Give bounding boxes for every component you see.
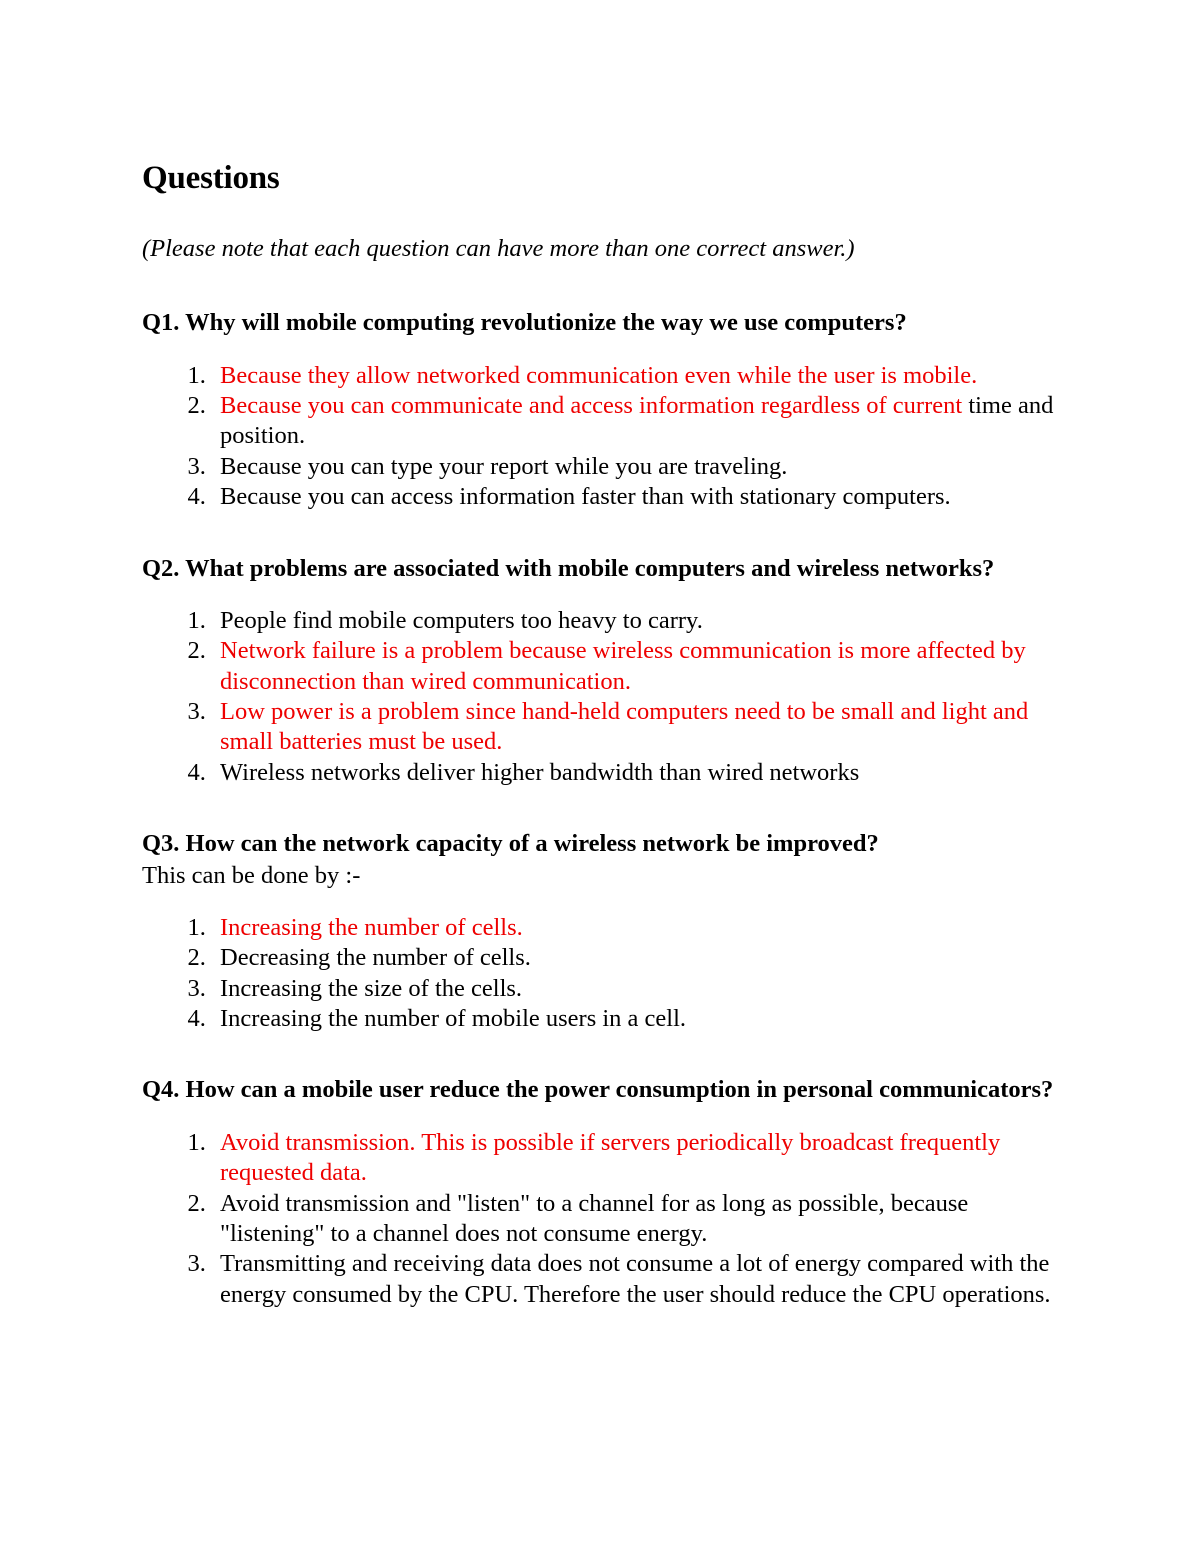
answer-option[interactable]: Wireless networks deliver higher bandwid… [212, 758, 1055, 788]
answer-text: Because you can access information faste… [220, 483, 951, 511]
answer-option[interactable]: Because you can communicate and access i… [212, 391, 1055, 452]
question-heading-q3: Q3. How can the network capacity of a wi… [142, 830, 879, 858]
answer-text-correct: Increasing the number of cells. [220, 913, 523, 941]
answer-option[interactable]: Increasing the number of cells. [212, 913, 1055, 943]
answer-option[interactable]: People find mobile computers too heavy t… [212, 606, 1055, 636]
answer-option[interactable]: Because you can access information faste… [212, 482, 1055, 512]
answer-text: Increasing the number of mobile users in… [220, 1005, 687, 1033]
answer-text: Decreasing the number of cells. [220, 944, 531, 972]
answer-text: People find mobile computers too heavy t… [220, 606, 703, 634]
question-block-q4: Q4. How can a mobile user reduce the pow… [142, 1074, 1055, 1310]
question-subline-q3: This can be done by :- [142, 861, 361, 889]
answer-option[interactable]: Decreasing the number of cells. [212, 943, 1055, 973]
answer-option[interactable]: Low power is a problem since hand-held c… [212, 697, 1055, 758]
answer-option[interactable]: Because they allow networked communicati… [212, 361, 1055, 391]
answer-option[interactable]: Because you can type your report while y… [212, 452, 1055, 482]
instruction-note: (Please note that each question can have… [142, 234, 855, 262]
answer-text: Increasing the size of the cells. [220, 974, 523, 1002]
answer-text: Avoid transmission and "listen" to a cha… [220, 1189, 969, 1247]
answer-list-q1: Because they allow networked communicati… [142, 361, 1055, 513]
answer-option[interactable]: Network failure is a problem because wir… [212, 636, 1055, 697]
answer-option[interactable]: Avoid transmission and "listen" to a cha… [212, 1189, 1055, 1250]
answer-text-correct: Because you can communicate and access i… [220, 392, 969, 420]
answer-option[interactable]: Avoid transmission. This is possible if … [212, 1128, 1055, 1189]
question-heading-q4: Q4. How can a mobile user reduce the pow… [142, 1076, 1054, 1104]
answer-list-q2: People find mobile computers too heavy t… [142, 606, 1055, 788]
question-block-q1: Q1. Why will mobile computing revolution… [142, 307, 1055, 512]
answer-text: Because you can type your report while y… [220, 452, 788, 480]
answer-text-correct: Avoid transmission. This is possible if … [220, 1128, 1001, 1187]
answer-option[interactable]: Increasing the size of the cells. [212, 974, 1055, 1004]
answer-text: Wireless networks deliver higher bandwid… [220, 758, 860, 786]
document-page: Questions (Please note that each questio… [0, 0, 1200, 1553]
answer-text-correct: Low power is a problem since hand-held c… [220, 698, 1029, 756]
answer-option[interactable]: Transmitting and receiving data does not… [212, 1249, 1055, 1310]
question-heading-q2: Q2. What problems are associated with mo… [142, 554, 995, 582]
questions-container: Q1. Why will mobile computing revolution… [142, 307, 1055, 1310]
answer-list-q3: Increasing the number of cells. Decreasin… [142, 913, 1055, 1035]
question-heading-q1: Q1. Why will mobile computing revolution… [142, 309, 907, 337]
answer-text: Transmitting and receiving data does not… [220, 1250, 1051, 1308]
answer-list-q4: Avoid transmission. This is possible if … [142, 1128, 1055, 1310]
question-block-q2: Q2. What problems are associated with mo… [142, 553, 1055, 789]
page-title: Questions [142, 160, 280, 196]
answer-text-correct: Because they allow networked communicati… [220, 361, 978, 389]
answer-text-correct: Network failure is a problem because wir… [220, 637, 1026, 695]
answer-option[interactable]: Increasing the number of mobile users in… [212, 1004, 1055, 1034]
question-block-q3: Q3. How can the network capacity of a wi… [142, 828, 1055, 1034]
